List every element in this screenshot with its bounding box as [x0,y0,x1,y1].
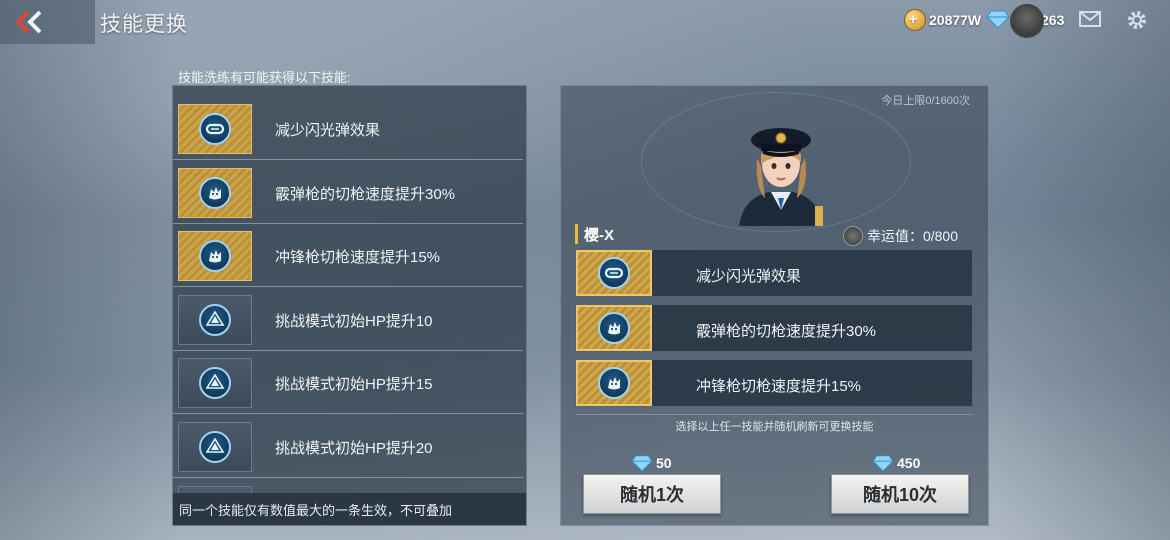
diamond-icon [986,9,1010,32]
gear-icon[interactable] [1126,9,1148,31]
skill-tile [178,104,252,154]
gold-balance[interactable]: 20877W [904,8,981,32]
skill-pool-label: 挑战模式初始HP提升20 [275,439,433,457]
current-skill-row[interactable]: 冲锋枪切枪速度提升15% [575,359,973,407]
diamond-icon [872,455,894,472]
skill-pool-row: 减少闪光弹效果 [173,97,523,160]
current-skill-label: 冲锋枪切枪速度提升15% [696,378,862,395]
current-skill-row[interactable]: 霰弹枪的切枪速度提升30% [575,304,973,352]
up-arrow-icon [199,367,231,399]
avatar[interactable] [1010,4,1044,38]
current-skill-label: 霰弹枪的切枪速度提升30% [696,323,877,340]
skill-tile [178,294,252,345]
skill-pool-caption: 技能洗练有可能获得以下技能: [178,70,351,85]
skill-pool-row: 冲锋枪切枪速度提升15% [173,224,523,287]
gold-coin-icon [904,9,926,31]
mail-icon[interactable] [1079,11,1101,27]
up-arrow-icon [199,303,231,336]
skill-pool-row: 挑战模式初始HP提升10 [173,288,523,351]
skill-tile [576,360,652,406]
skill-pool-row: 霰弹枪的切枪速度提升30% [173,161,523,224]
skill-tile [178,167,252,218]
skill-pool-label: 挑战模式初始HP提升15 [275,376,433,393]
skill-pool-row: 挑战模式初始HP提升20 [173,415,523,478]
skill-pool-label: 冲锋枪切枪速度提升15% [275,249,441,266]
gold-amount: 20877W [929,12,982,28]
character-portrait [739,128,823,226]
skill-tile [576,305,652,351]
daily-limit: 今日上限0/1600次 [881,95,970,107]
current-skill-row[interactable]: 减少闪光弹效果 [575,249,973,297]
divider [575,414,973,415]
roll-ten-cost: 450 [872,454,920,472]
back-arrow-icon [15,10,42,34]
skill-pool-row: 挑战模式初始HP提升15 [173,351,523,414]
skill-pool-footer: 同一个技能仅有数值最大的一条生效，不可叠加 [173,493,526,525]
skill-pool-label: 减少闪光弹效果 [275,122,381,139]
roll-once-button[interactable]: 随机1次 [583,474,721,514]
page-title: 技能更换 [100,13,188,36]
goggles-icon [199,113,231,145]
up-arrow-icon [199,430,231,463]
luck-value: 幸运值：0/800 [842,226,958,246]
skill-tile [576,250,652,296]
wolf-icon [199,176,231,209]
skill-pool-label: 挑战模式初始HP提升10 [275,312,433,330]
wolf-icon [598,312,630,344]
character-skill-panel: 今日上限0/1600次 樱-X 幸运值：0/800 减少闪光弹效果霰弹枪的切枪速… [560,85,989,526]
skill-tile [178,231,252,281]
back-button[interactable] [0,0,95,44]
luck-icon [842,226,863,246]
skill-pool-list[interactable]: 减少闪光弹效果霰弹枪的切枪速度提升30% 冲锋枪切枪速度提升15% 挑战模式初始HP… [172,85,527,526]
diamond-amount: 263 [1041,12,1065,28]
wolf-icon [598,367,630,399]
skill-tile [178,421,252,472]
skill-tile [178,358,252,408]
diamond-icon [631,455,653,472]
goggles-icon [598,257,630,289]
character-name: 樱-X [575,224,614,244]
skill-pool-label: 霰弹枪的切枪速度提升30% [275,185,456,203]
roll-once-cost: 50 [631,454,672,472]
refresh-hint: 选择以上任一技能并随机刷新可更换技能 [675,421,874,433]
luck-label: 幸运值：0/800 [866,228,958,244]
current-skill-label: 减少闪光弹效果 [696,268,802,285]
roll-ten-button[interactable]: 随机10次 [831,474,969,514]
wolf-icon [199,240,231,272]
